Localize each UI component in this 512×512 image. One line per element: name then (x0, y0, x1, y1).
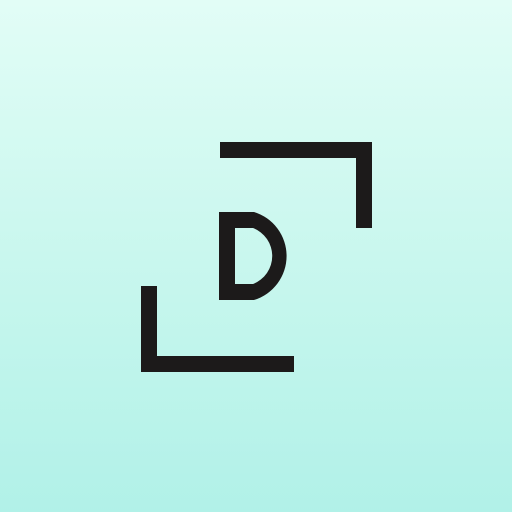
bottom-left-bracket (141, 286, 294, 372)
letter-d-glyph (219, 212, 287, 300)
logo-icon (141, 142, 372, 372)
app-icon (0, 0, 512, 512)
